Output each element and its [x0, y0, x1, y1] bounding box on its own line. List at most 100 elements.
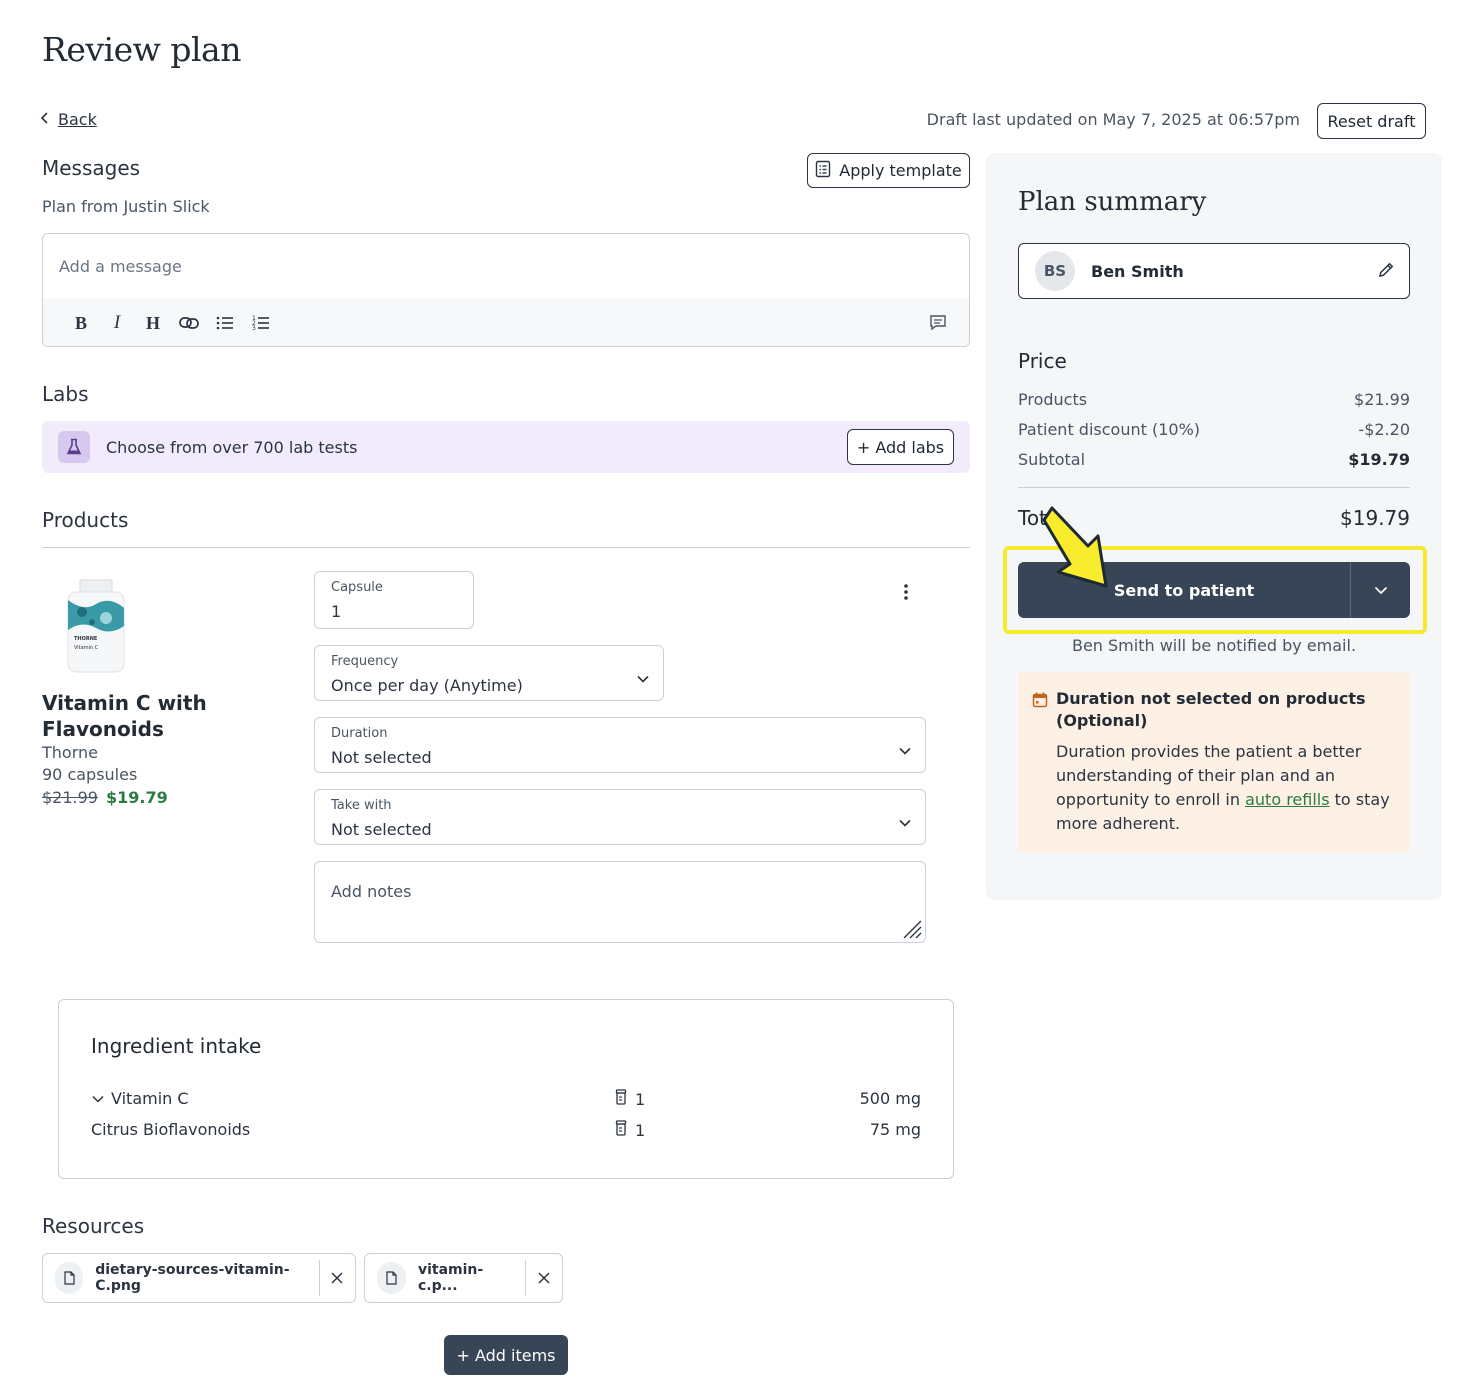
original-price: $21.99: [42, 788, 98, 807]
chevron-down-icon[interactable]: [1351, 562, 1410, 618]
capsule-label: Capsule: [331, 580, 383, 595]
product-name: Vitamin C with Flavonoids: [42, 691, 207, 741]
ingredient-row: Citrus Bioflavonoids 1 75 mg: [91, 1120, 921, 1142]
flask-icon: [58, 431, 90, 463]
chevron-left-icon: [40, 110, 50, 129]
editor-toolbar: B I H 123: [43, 298, 969, 346]
price-row: Patient discount (10%) -$2.20: [1018, 420, 1410, 439]
draft-timestamp: Draft last updated on May 7, 2025 at 06:…: [926, 110, 1300, 129]
frequency-select[interactable]: Frequency Once per day (Anytime): [314, 645, 664, 701]
back-label: Back: [58, 110, 97, 129]
product-price: $21.99 $19.79: [42, 788, 168, 807]
italic-icon[interactable]: I: [99, 308, 135, 338]
bottle-icon: [615, 1089, 627, 1109]
reset-draft-button[interactable]: Reset draft: [1317, 103, 1426, 139]
ingredient-name: Citrus Bioflavonoids: [91, 1120, 251, 1139]
avatar: BS: [1035, 251, 1075, 291]
price-label: Products: [1018, 390, 1088, 409]
labs-prompt: Choose from over 700 lab tests: [106, 437, 358, 457]
add-labs-button[interactable]: + Add labs: [847, 429, 954, 465]
chevron-down-icon[interactable]: [91, 1089, 105, 1108]
pencil-icon[interactable]: [1377, 261, 1395, 283]
ingredient-amount: 75 mg: [869, 1120, 921, 1139]
resource-file-chip[interactable]: dietary-sources-vitamin-C.png: [42, 1253, 356, 1303]
price-label: Patient discount (10%): [1018, 420, 1201, 439]
duration-select[interactable]: Duration Not selected: [314, 717, 926, 773]
product-size: 90 capsules: [42, 765, 138, 784]
total-value: $19.79: [1340, 506, 1410, 530]
svg-text:3: 3: [252, 325, 256, 331]
price-row: Products $21.99: [1018, 390, 1410, 409]
capsule-quantity-field[interactable]: Capsule 1: [314, 571, 474, 629]
price-label: Subtotal: [1018, 450, 1086, 469]
ingredient-qty: 1: [635, 1120, 646, 1140]
chevron-down-icon: [637, 668, 649, 687]
ingredient-row[interactable]: Vitamin C 1 500 mg: [91, 1089, 921, 1111]
patient-name: Ben Smith: [1091, 261, 1184, 281]
summary-divider: [1018, 487, 1410, 488]
apply-template-label: Apply template: [839, 161, 962, 180]
heading-icon[interactable]: H: [135, 308, 171, 338]
price-value: $19.79: [1348, 450, 1410, 469]
price-heading: Price: [1018, 349, 1067, 373]
frequency-label: Frequency: [331, 654, 399, 669]
price-row: Subtotal $19.79: [1018, 450, 1410, 469]
resize-handle-icon[interactable]: [902, 919, 922, 943]
pointer-arrow-icon: [1040, 500, 1120, 604]
notes-textarea[interactable]: [314, 861, 926, 943]
discounted-price: $19.79: [105, 788, 168, 807]
comment-icon[interactable]: [925, 310, 951, 336]
chevron-down-icon: [899, 812, 911, 831]
more-options-icon[interactable]: [896, 580, 916, 604]
notification-note: Ben Smith will be notified by email.: [1071, 636, 1357, 655]
ingredient-amount: 500 mg: [859, 1089, 921, 1108]
bold-icon[interactable]: B: [63, 308, 99, 338]
calendar-icon: [1032, 692, 1048, 712]
product-image: THORNE Vitamin C: [62, 578, 130, 674]
file-icon: [377, 1262, 406, 1294]
duration-value: Not selected: [331, 748, 432, 767]
bottle-icon: [615, 1120, 627, 1140]
ingredient-qty: 1: [635, 1089, 646, 1109]
warning-title: Duration not selected on products (Optio…: [1056, 689, 1366, 730]
price-value: $21.99: [1354, 390, 1410, 409]
message-editor: B I H 123: [42, 233, 970, 347]
price-value: -$2.20: [1358, 420, 1410, 439]
ingredient-name: Vitamin C: [111, 1089, 189, 1108]
labs-heading: Labs: [42, 382, 89, 406]
resources-heading: Resources: [42, 1214, 145, 1238]
take-with-label: Take with: [331, 798, 392, 813]
close-icon[interactable]: [526, 1254, 562, 1302]
capsule-value: 1: [331, 602, 342, 621]
warning-body: Duration provides the patient a better u…: [1056, 742, 1390, 833]
plan-summary-title: Plan summary: [1018, 187, 1207, 217]
plan-from-text: Plan from Justin Slick: [42, 197, 210, 216]
close-icon[interactable]: [320, 1254, 355, 1302]
patient-card[interactable]: BS Ben Smith: [1018, 243, 1410, 299]
back-link[interactable]: Back: [40, 110, 97, 129]
auto-refills-link[interactable]: auto refills: [1245, 790, 1329, 809]
resource-file-chip[interactable]: vitamin-c.p...: [364, 1253, 563, 1303]
ingredient-intake-card: Ingredient intake Vitamin C 1 500 mg Cit…: [58, 999, 954, 1179]
take-with-select[interactable]: Take with Not selected: [314, 789, 926, 845]
apply-template-button[interactable]: Apply template: [807, 153, 970, 188]
ingredient-intake-heading: Ingredient intake: [91, 1034, 262, 1058]
product-image-name: Vitamin C: [74, 645, 99, 651]
numbered-list-icon[interactable]: 123: [243, 308, 279, 338]
take-with-value: Not selected: [331, 820, 432, 839]
duration-label: Duration: [331, 726, 388, 741]
template-icon: [815, 160, 831, 182]
duration-warning: Duration not selected on products (Optio…: [1018, 672, 1410, 852]
resource-file-name: vitamin-c.p...: [417, 1262, 484, 1294]
page-title: Review plan: [42, 30, 241, 69]
product-brand: Thorne: [42, 743, 98, 762]
bullet-list-icon[interactable]: [207, 308, 243, 338]
frequency-value: Once per day (Anytime): [331, 676, 523, 695]
add-items-button[interactable]: + Add items: [444, 1335, 568, 1375]
labs-banner: Choose from over 700 lab tests + Add lab…: [42, 421, 970, 473]
message-input[interactable]: [43, 234, 969, 298]
file-icon: [55, 1262, 84, 1294]
link-icon[interactable]: [171, 308, 207, 338]
chevron-down-icon: [899, 740, 911, 759]
products-divider: [42, 547, 970, 548]
